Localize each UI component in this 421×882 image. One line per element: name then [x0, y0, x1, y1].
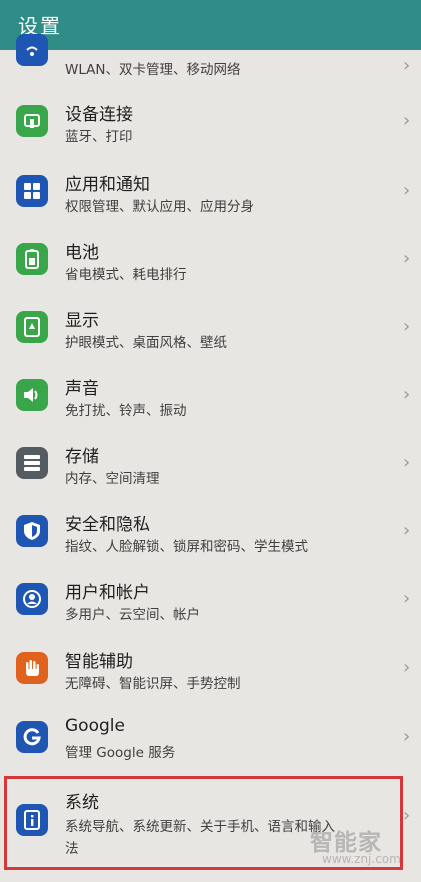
settings-item-subtitle: 护眼模式、桌面风格、壁纸 [65, 335, 227, 351]
settings-item-subtitle: 管理 Google 服务 [65, 745, 176, 761]
device-connection-icon [16, 105, 48, 137]
watermark-url: www.znj.com [322, 852, 401, 866]
display-icon [16, 311, 48, 343]
settings-item-sound[interactable]: 声音 免打扰、铃声、振动 › [0, 372, 421, 440]
settings-item-storage[interactable]: 存储 内存、空间清理 › [0, 440, 421, 508]
settings-item-title: 用户和帐户 [65, 583, 150, 603]
settings-item-device-connection[interactable]: 设备连接 蓝牙、打印 › [0, 98, 421, 166]
settings-item-title: Google [65, 716, 125, 736]
apps-grid-icon [16, 175, 48, 207]
settings-item-title: 智能辅助 [65, 652, 133, 672]
settings-item-subtitle: 权限管理、默认应用、应用分身 [65, 199, 254, 215]
settings-item-users-accounts[interactable]: 用户和帐户 多用户、云空间、帐户 › [0, 576, 421, 644]
settings-item-subtitle: 蓝牙、打印 [65, 129, 133, 145]
shield-icon [16, 515, 48, 547]
chevron-right-icon: › [403, 248, 411, 269]
chevron-right-icon: › [403, 805, 411, 826]
chevron-right-icon: › [403, 180, 411, 201]
sound-icon [16, 379, 48, 411]
chevron-right-icon: › [403, 316, 411, 337]
settings-item-title: 存储 [65, 447, 99, 467]
settings-item-subtitle: 指纹、人脸解锁、锁屏和密码、学生模式 [65, 539, 308, 555]
chevron-right-icon: › [403, 520, 411, 541]
settings-item-display[interactable]: 显示 护眼模式、桌面风格、壁纸 › [0, 304, 421, 372]
chevron-right-icon: › [403, 588, 411, 609]
hand-icon [16, 652, 48, 684]
settings-item-subtitle: 多用户、云空间、帐户 [65, 607, 200, 623]
user-account-icon [16, 583, 48, 615]
settings-item-title: 安全和隐私 [65, 515, 150, 535]
battery-icon [16, 243, 48, 275]
settings-item-subtitle: 免打扰、铃声、振动 [65, 403, 187, 419]
settings-item-subtitle: WLAN、双卡管理、移动网络 [65, 62, 241, 78]
settings-item-security-privacy[interactable]: 安全和隐私 指纹、人脸解锁、锁屏和密码、学生模式 › [0, 508, 421, 576]
chevron-right-icon: › [403, 657, 411, 678]
settings-item-subtitle: 内存、空间清理 [65, 471, 160, 487]
chevron-right-icon: › [403, 452, 411, 473]
google-icon [16, 721, 48, 753]
chevron-right-icon: › [403, 384, 411, 405]
settings-item-apps-notifications[interactable]: 应用和通知 权限管理、默认应用、应用分身 › [0, 168, 421, 236]
wifi-icon [16, 34, 48, 66]
chevron-right-icon: › [403, 110, 411, 131]
settings-item-wlan[interactable]: WLAN、双卡管理、移动网络 › [0, 30, 421, 98]
storage-icon [16, 447, 48, 479]
settings-item-subtitle: 无障碍、智能识屏、手势控制 [65, 676, 241, 692]
settings-item-title: 应用和通知 [65, 175, 150, 195]
settings-item-title: 声音 [65, 379, 99, 399]
chevron-right-icon: › [403, 55, 411, 76]
settings-item-title: 显示 [65, 311, 99, 331]
settings-item-battery[interactable]: 电池 省电模式、耗电排行 › [0, 236, 421, 304]
settings-item-title: 设备连接 [65, 105, 133, 125]
settings-list[interactable]: WLAN、双卡管理、移动网络 › 设备连接 蓝牙、打印 › 应用和通知 权限管理… [0, 34, 421, 882]
chevron-right-icon: › [403, 726, 411, 747]
settings-item-smart-assist[interactable]: 智能辅助 无障碍、智能识屏、手势控制 › [0, 645, 421, 713]
settings-item-title: 电池 [65, 243, 99, 263]
settings-item-subtitle: 省电模式、耗电排行 [65, 267, 187, 283]
settings-item-google[interactable]: Google 管理 Google 服务 › [0, 714, 421, 782]
